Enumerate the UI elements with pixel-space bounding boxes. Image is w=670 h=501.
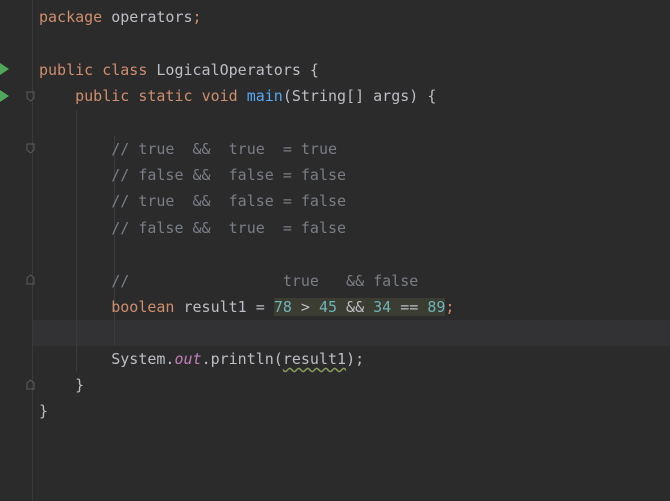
code-comment: // false && false = false bbox=[111, 166, 347, 184]
editor-gutter bbox=[0, 0, 33, 501]
code-line-class: public class LogicalOperators { bbox=[39, 61, 319, 79]
selected-expression: 78 > 45 && 34 == 89 bbox=[273, 298, 446, 316]
code-line-close-method: } bbox=[75, 376, 85, 394]
code-comment: // true && true = true bbox=[111, 140, 338, 158]
code-line-boolean: boolean result1 = 78 > 45 && 34 == 89; bbox=[111, 298, 455, 316]
run-class-icon[interactable] bbox=[0, 63, 9, 75]
code-line-close-class: } bbox=[39, 402, 49, 420]
code-comment: // true && false = false bbox=[111, 192, 347, 210]
code-comment: // true && false bbox=[111, 272, 419, 290]
run-main-icon[interactable] bbox=[0, 90, 9, 102]
code-line-main: public static void main(String[] args) { bbox=[75, 87, 437, 105]
code-line-println: System.out.println(result1); bbox=[111, 350, 365, 368]
code-comment: // false && true = false bbox=[111, 219, 347, 237]
code-line-package: package operators; bbox=[39, 8, 202, 26]
code-editor[interactable]: package operators; public class LogicalO… bbox=[33, 0, 670, 501]
